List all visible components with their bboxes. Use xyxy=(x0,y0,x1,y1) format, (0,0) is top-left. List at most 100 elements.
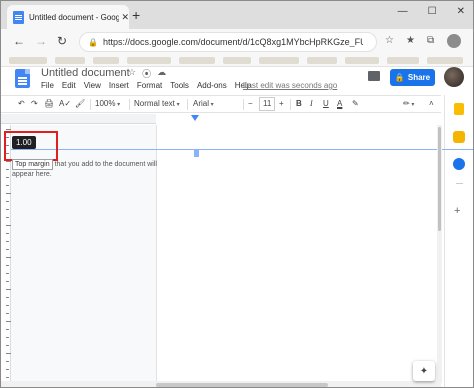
star-icon[interactable]: ☆ xyxy=(128,67,136,80)
favorite-link-blurred[interactable] xyxy=(345,57,379,64)
print-icon[interactable]: 🖨 xyxy=(44,98,54,110)
lock-icon[interactable]: 🔒 xyxy=(88,38,98,47)
last-edit-link[interactable]: Last edit was seconds ago xyxy=(243,81,337,90)
paragraph-style-select[interactable]: Normal text xyxy=(134,98,180,111)
zoom-select[interactable]: 100% xyxy=(95,98,120,111)
favorite-link-blurred[interactable] xyxy=(387,57,419,64)
horizontal-scrollbar[interactable] xyxy=(1,381,441,387)
vertical-scrollbar[interactable] xyxy=(437,125,442,383)
favorite-link-blurred[interactable] xyxy=(127,57,171,64)
ruler-tick xyxy=(6,289,11,290)
margin-hint: Top margin that you add to the document … xyxy=(12,159,162,179)
redo-icon[interactable]: ↷ xyxy=(31,98,38,110)
top-margin-marker[interactable] xyxy=(194,149,199,157)
share-button[interactable]: 🔒 Share xyxy=(390,69,435,86)
menu-format[interactable]: Format xyxy=(137,81,162,90)
favorite-link-blurred[interactable] xyxy=(223,57,251,64)
tab-close-icon[interactable]: ✕ xyxy=(121,12,129,23)
ruler-tick xyxy=(6,329,9,330)
favorite-link-blurred[interactable] xyxy=(55,57,85,64)
favorite-link-blurred[interactable] xyxy=(93,57,119,64)
cloud-status-icon[interactable]: ☁ xyxy=(157,67,166,80)
favorite-star-icon[interactable]: ☆ xyxy=(385,35,394,46)
minimize-button[interactable]: — xyxy=(398,6,408,17)
maximize-button[interactable]: ☐ xyxy=(428,6,437,17)
browser-toolbar-icons: ☆ ★ ⧉ xyxy=(385,35,434,46)
comment-history-icon[interactable] xyxy=(368,71,380,81)
browser-window: Untitled document - Google Docs ✕ + — ☐ … xyxy=(0,0,474,388)
window-controls: — ☐ ✕ xyxy=(398,6,465,17)
font-size-input[interactable]: 11 xyxy=(259,97,276,111)
share-label: Share xyxy=(407,73,431,82)
underline-button[interactable]: U xyxy=(323,98,329,110)
horizontal-ruler[interactable] xyxy=(1,114,441,124)
url-text[interactable]: https://docs.google.com/document/d/1cQ8x… xyxy=(103,37,363,47)
favorite-link-blurred[interactable] xyxy=(427,57,463,64)
back-icon[interactable]: ← xyxy=(13,34,25,48)
ruler-tick xyxy=(6,193,11,194)
text-color-button[interactable]: A xyxy=(337,98,342,110)
favorite-link-blurred[interactable] xyxy=(9,57,47,64)
ruler-tick xyxy=(6,257,11,258)
indent-marker-icon[interactable] xyxy=(191,115,199,121)
docs-header: Untitled document ☆ ⦿ ☁ File Edit View I… xyxy=(1,67,473,93)
close-window-button[interactable]: ✕ xyxy=(457,6,465,17)
calendar-icon[interactable] xyxy=(453,131,465,143)
favorite-link-blurred[interactable] xyxy=(179,57,215,64)
add-on-plus-icon[interactable]: + xyxy=(454,205,460,217)
bold-button[interactable]: B xyxy=(296,98,302,110)
google-docs-logo-icon[interactable] xyxy=(15,69,30,88)
favorite-link-blurred[interactable] xyxy=(259,57,299,64)
margin-value-badge: 1.00 xyxy=(12,136,36,149)
new-tab-button[interactable]: + xyxy=(132,7,140,23)
explore-button[interactable]: ✦ xyxy=(413,361,435,381)
ruler-tick xyxy=(6,377,9,378)
undo-icon[interactable]: ↶ xyxy=(18,98,25,110)
decrease-font-size-button[interactable]: − xyxy=(248,98,253,110)
browser-tab[interactable]: Untitled document - Google Docs ✕ xyxy=(7,5,129,29)
account-avatar[interactable] xyxy=(444,67,464,87)
increase-font-size-button[interactable]: + xyxy=(279,98,284,110)
ruler-tick xyxy=(6,297,9,298)
vertical-scroll-thumb[interactable] xyxy=(438,127,441,231)
share-lock-icon: 🔒 xyxy=(394,73,405,82)
toolbar-divider xyxy=(243,99,244,110)
navigation-bar: ← → ↻ 🔒 https://docs.google.com/document… xyxy=(1,29,473,55)
collections-icon[interactable]: ⧉ xyxy=(427,35,434,46)
favorites-icon[interactable]: ★ xyxy=(406,35,415,46)
editing-mode-icon[interactable]: ✏ xyxy=(403,98,414,111)
vertical-ruler[interactable] xyxy=(1,125,11,387)
ruler-tick xyxy=(6,201,9,202)
ruler-tick xyxy=(6,177,9,178)
ruler-tick xyxy=(6,217,9,218)
keep-icon[interactable] xyxy=(454,103,464,115)
menu-tools[interactable]: Tools xyxy=(170,81,189,90)
spellcheck-icon[interactable]: A✓ xyxy=(59,98,71,110)
toolbar-divider xyxy=(290,99,291,110)
menu-edit[interactable]: Edit xyxy=(62,81,76,90)
browser-profile-avatar[interactable] xyxy=(447,34,461,48)
side-panel: + xyxy=(444,95,473,387)
refresh-icon[interactable]: ↻ xyxy=(57,34,67,48)
forward-icon[interactable]: → xyxy=(35,34,47,48)
highlight-color-icon[interactable]: ✎ xyxy=(352,98,359,110)
move-folder-icon[interactable]: ⦿ xyxy=(142,67,151,80)
horizontal-scroll-thumb[interactable] xyxy=(156,383,328,387)
menu-view[interactable]: View xyxy=(84,81,101,90)
google-docs-favicon-icon xyxy=(13,10,24,24)
collapse-menu-icon[interactable]: ˄ xyxy=(429,98,434,110)
font-select[interactable]: Arial xyxy=(193,98,239,111)
paint-format-icon[interactable]: 🖌 xyxy=(75,98,85,110)
italic-button[interactable]: I xyxy=(310,98,313,110)
menu-insert[interactable]: Insert xyxy=(109,81,129,90)
menu-file[interactable]: File xyxy=(41,81,54,90)
favorite-link-blurred[interactable] xyxy=(307,57,337,64)
ruler-tick xyxy=(6,185,9,186)
document-title[interactable]: Untitled document xyxy=(41,67,130,79)
menu-add-ons[interactable]: Add-ons xyxy=(197,81,227,90)
ruler-tick xyxy=(6,313,9,314)
address-bar[interactable]: 🔒 https://docs.google.com/document/d/1cQ… xyxy=(79,32,377,52)
menu-bar: File Edit View Insert Format Tools Add-o… xyxy=(41,81,251,90)
tasks-icon[interactable] xyxy=(453,158,465,170)
document-page[interactable] xyxy=(156,125,441,387)
